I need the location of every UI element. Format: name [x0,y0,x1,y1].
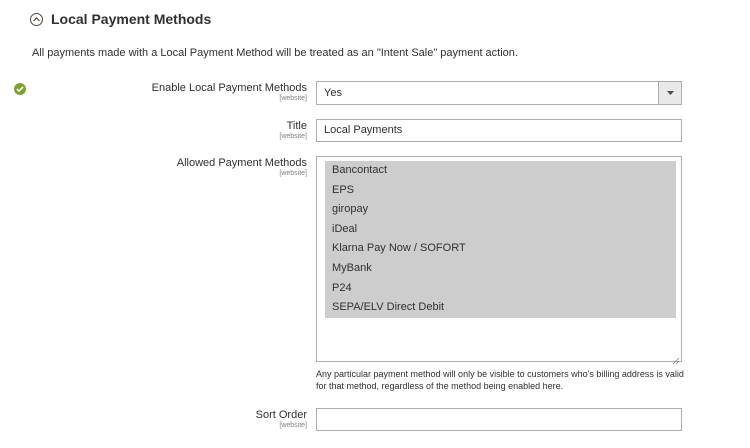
chevron-up-circle-icon[interactable] [30,12,43,26]
enable-select-value: Yes [324,87,342,99]
checkmark-circle-icon [14,83,26,95]
payment-config-page: Local Payment Methods All payments made … [0,0,750,448]
title-label: Title [website] [279,120,307,140]
triangle-down-icon[interactable] [658,82,681,104]
enable-label: Enable Local Payment Methods [website] [152,82,307,102]
enable-label-text: Enable Local Payment Methods [151,82,307,94]
section-note: All payments made with a Local Payment M… [32,47,518,59]
allowed-label-text: Allowed Payment Methods [176,157,307,169]
allowed-option[interactable]: EPS [325,181,676,201]
sort-order-scope: [website] [279,422,307,429]
title-input[interactable]: Local Payments [316,119,682,142]
allowed-options-list: Bancontact EPS giropay iDeal Klarna Pay … [325,161,676,318]
sort-order-input[interactable] [316,408,682,431]
section-title: Local Payment Methods [51,11,212,27]
allowed-option[interactable]: giropay [325,200,676,220]
allowed-option[interactable]: SEPA/ELV Direct Debit [325,298,676,318]
allowed-option[interactable]: Bancontact [325,161,676,181]
allowed-option[interactable]: P24 [325,279,676,299]
allowed-scope: [website] [279,170,307,177]
sort-order-label-text: Sort Order [255,409,307,421]
allowed-multiselect[interactable]: Bancontact EPS giropay iDeal Klarna Pay … [316,156,682,365]
allowed-option[interactable]: MyBank [325,259,676,279]
sort-order-label: Sort Order [website] [256,409,307,429]
section-header[interactable]: Local Payment Methods [30,11,211,27]
title-label-text: Title [286,120,307,132]
allowed-option[interactable]: Klarna Pay Now / SOFORT [325,239,676,259]
enable-select[interactable]: Yes [316,81,682,105]
allowed-option[interactable]: iDeal [325,220,676,240]
allowed-comment: Any particular payment method will only … [316,369,684,391]
enable-scope: [website] [279,95,307,102]
title-scope: [website] [279,133,307,140]
allowed-label: Allowed Payment Methods [website] [177,157,307,177]
resize-handle-icon[interactable] [672,352,680,365]
